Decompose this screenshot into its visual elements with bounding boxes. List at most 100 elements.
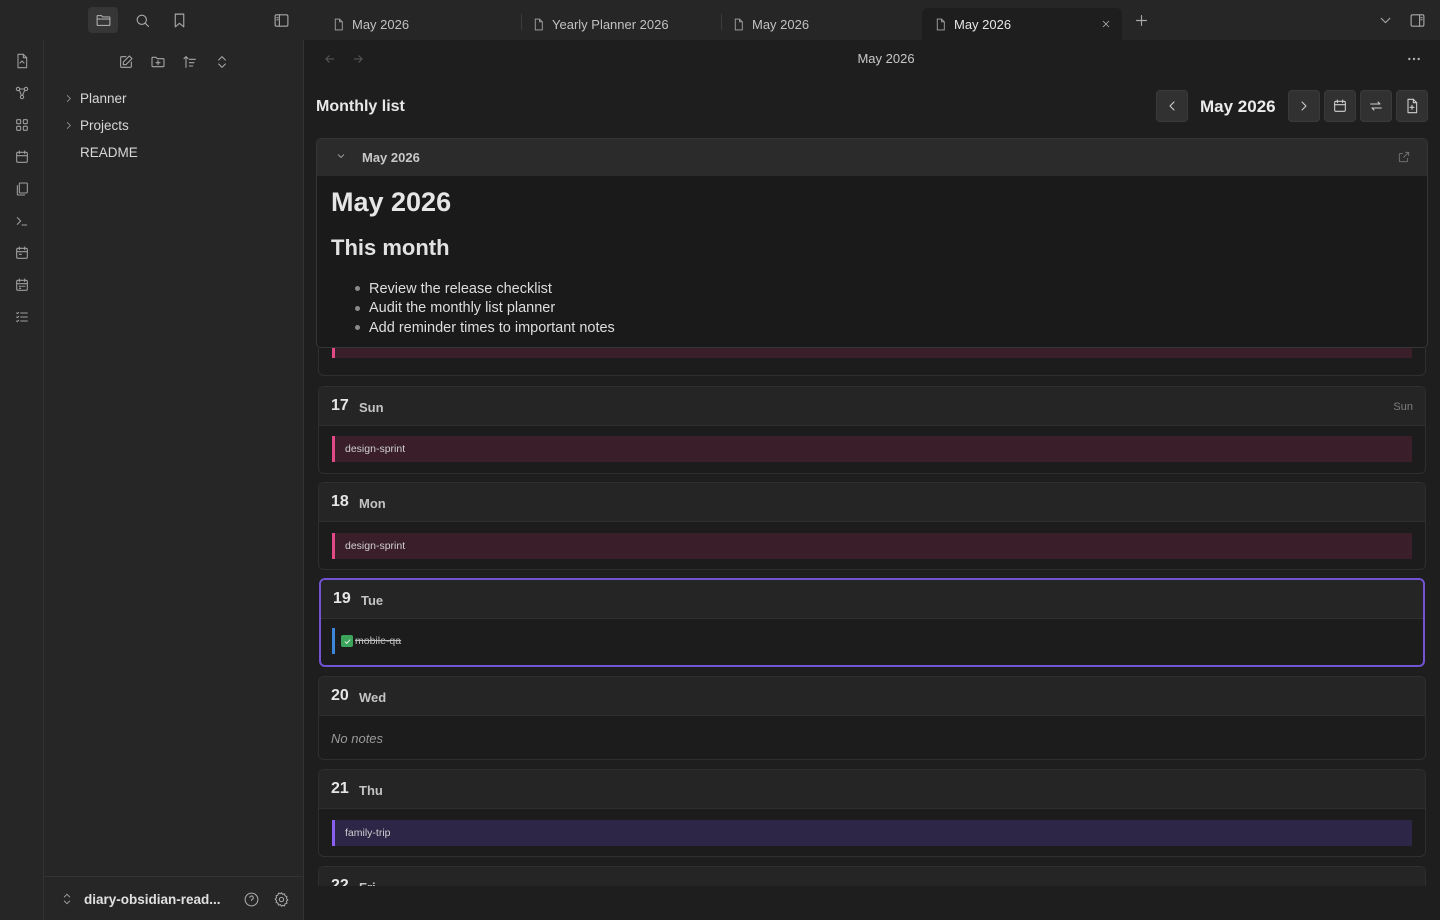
note-chip-design-sprint[interactable]: design-sprint xyxy=(332,436,1412,462)
tree-folder-projects[interactable]: Projects xyxy=(60,113,129,137)
new-note-button[interactable] xyxy=(1396,90,1428,122)
list-checklist-icon[interactable] xyxy=(11,306,33,328)
tab-may-2026-active[interactable]: May 2026 xyxy=(922,8,1122,40)
embed-title: May 2026 xyxy=(362,150,420,165)
month-note-embed: May 2026 May 2026 This month Review the … xyxy=(316,138,1428,348)
bullet-text: Audit the monthly list planner xyxy=(369,300,556,317)
open-quick-switcher-icon[interactable] xyxy=(11,50,33,72)
expand-collapse-icon[interactable] xyxy=(209,51,235,73)
search-icon[interactable] xyxy=(127,7,157,33)
note-chip-family-trip[interactable]: family-trip xyxy=(332,820,1412,846)
day-header[interactable]: 21 Thu xyxy=(319,770,1425,809)
tree-file-readme[interactable]: README xyxy=(60,140,138,164)
note-chip-design-sprint[interactable]: design-sprint xyxy=(332,533,1412,559)
note-chip-label: mobile-qa xyxy=(355,635,402,647)
tree-item-label: Planner xyxy=(80,90,127,106)
bullet-text: Review the release checklist xyxy=(369,280,552,297)
day-card-21: 21 Thu family-trip xyxy=(318,769,1426,857)
tab-label: May 2026 xyxy=(954,16,1012,32)
tab-yearly-planner[interactable]: Yearly Planner 2026 xyxy=(520,8,720,40)
tree-item-label: Projects xyxy=(80,117,129,133)
tab-label: May 2026 xyxy=(352,16,410,32)
day-header[interactable]: 19 Tue xyxy=(321,580,1423,619)
bullet-dot xyxy=(355,286,360,292)
tab-may-2026-2[interactable]: May 2026 xyxy=(720,8,920,40)
tab-list-chevron-down-icon[interactable] xyxy=(1370,7,1400,33)
ribbon xyxy=(0,40,44,920)
day-weekday-tag: Sun xyxy=(1393,401,1413,413)
document-icon xyxy=(936,18,945,30)
close-tab-icon[interactable] xyxy=(1098,16,1114,32)
vault-switcher-bar: diary-obsidian-read... xyxy=(44,876,303,920)
day-card-18: 18 Mon design-sprint xyxy=(318,482,1426,570)
new-tab-icon[interactable] xyxy=(1126,7,1156,33)
tab-label: Yearly Planner 2026 xyxy=(552,16,669,32)
open-link-icon[interactable] xyxy=(1397,150,1413,166)
help-icon[interactable] xyxy=(241,889,261,909)
list-item: Audit the monthly list planner xyxy=(355,299,615,319)
settings-gear-icon[interactable] xyxy=(271,889,291,909)
day-weekday: Sun xyxy=(359,400,384,415)
bullet-dot xyxy=(355,325,360,331)
day-card-17: 17 Sun Sun design-sprint xyxy=(318,386,1426,474)
note-chip-label: design-sprint xyxy=(345,443,406,455)
day-number: 19 xyxy=(333,590,351,607)
note-chip-mobile-qa[interactable]: mobile-qa xyxy=(332,628,407,654)
file-explorer-icon[interactable] xyxy=(88,7,118,33)
current-month-label: May 2026 xyxy=(1200,97,1276,116)
day-card-partial xyxy=(318,348,1426,376)
sort-order-icon[interactable] xyxy=(177,51,203,73)
bottom-fade xyxy=(304,886,1440,920)
chevron-right-icon xyxy=(60,90,76,106)
new-note-icon[interactable] xyxy=(113,51,139,73)
new-folder-icon[interactable] xyxy=(145,51,171,73)
tree-folder-planner[interactable]: Planner xyxy=(60,86,127,110)
day-header[interactable]: 18 Mon xyxy=(319,483,1425,522)
bullet-text: Add reminder times to important notes xyxy=(369,319,615,336)
toggle-left-sidebar-icon[interactable] xyxy=(266,7,296,33)
tab-may-2026-1[interactable]: May 2026 xyxy=(320,8,520,40)
day-weekday: Mon xyxy=(359,496,386,511)
refresh-sync-button[interactable] xyxy=(1360,90,1392,122)
document-icon xyxy=(734,18,743,30)
tab-label: May 2026 xyxy=(752,16,810,32)
terminal-icon[interactable] xyxy=(11,210,33,232)
day-number: 18 xyxy=(331,493,349,510)
calendar-icon[interactable] xyxy=(11,146,33,168)
daily-notes-calendar-icon[interactable] xyxy=(11,242,33,264)
bullet-dot xyxy=(355,305,360,311)
day-card-20: 20 Wed No notes xyxy=(318,676,1426,760)
next-month-button[interactable] xyxy=(1288,90,1320,122)
note-heading-1: May 2026 xyxy=(331,187,452,217)
planner-calendar-icon[interactable] xyxy=(11,274,33,296)
note-heading-2: This month xyxy=(331,235,450,260)
document-icon xyxy=(334,18,343,30)
note-bullet-list: Review the release checklist Audit the m… xyxy=(355,279,615,338)
empty-day-text: No notes xyxy=(331,731,384,746)
more-options-icon[interactable] xyxy=(1404,50,1424,68)
templates-icon[interactable] xyxy=(11,178,33,200)
view-header-title: May 2026 xyxy=(857,51,915,66)
document-icon xyxy=(534,18,543,30)
chevron-down-icon[interactable] xyxy=(335,150,349,164)
chevron-right-icon xyxy=(60,117,76,133)
embed-header[interactable]: May 2026 xyxy=(317,139,1427,176)
vault-name[interactable]: diary-obsidian-read... xyxy=(84,892,221,907)
day-header[interactable]: 17 Sun Sun xyxy=(319,387,1425,426)
day-weekday: Wed xyxy=(359,690,387,705)
note-chip-label: design-sprint xyxy=(345,540,406,552)
day-header[interactable]: 20 Wed xyxy=(319,677,1425,716)
calendar-picker-button[interactable] xyxy=(1324,90,1356,122)
monthly-list-title: Monthly list xyxy=(316,98,405,115)
vault-switch-icon[interactable] xyxy=(60,892,76,908)
canvas-icon[interactable] xyxy=(11,114,33,136)
bookmark-icon[interactable] xyxy=(164,7,194,33)
day-number: 17 xyxy=(331,397,349,414)
previous-month-button[interactable] xyxy=(1156,90,1188,122)
graph-view-icon[interactable] xyxy=(11,82,33,104)
toggle-right-sidebar-icon[interactable] xyxy=(1402,7,1432,33)
title-bar: May 2026 Yearly Planner 2026 May 2026 Ma… xyxy=(0,0,1440,40)
note-chip-partial[interactable] xyxy=(332,348,1412,358)
day-weekday: Tue xyxy=(361,593,384,608)
file-explorer-panel: Planner Projects README diary-obsidian-r… xyxy=(44,40,304,920)
